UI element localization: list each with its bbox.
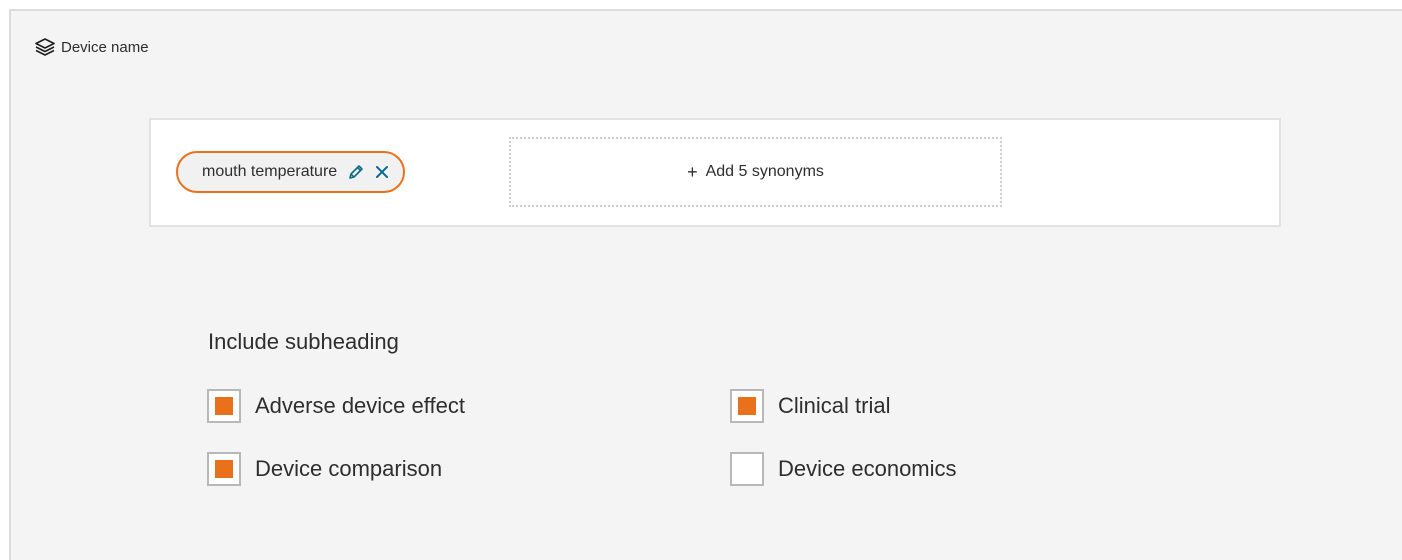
checkbox-device-comparison[interactable]: Device comparison [207, 452, 442, 486]
pencil-icon[interactable] [347, 163, 365, 181]
checkbox-device-economics[interactable]: Device economics [730, 452, 957, 486]
panel-header: Device name [35, 38, 149, 56]
checkbox-clinical-trial[interactable]: Clinical trial [730, 389, 890, 423]
panel-title: Device name [61, 38, 149, 56]
term-chip-label: mouth temperature [202, 163, 338, 180]
add-synonyms-label: Add 5 synonyms [705, 163, 824, 180]
checkbox-label: Device comparison [255, 456, 443, 481]
device-name-panel: Device name mouth temperature + Add 5 sy… [9, 9, 1402, 560]
checkbox-box[interactable] [207, 452, 241, 486]
term-box: mouth temperature + Add 5 synonyms [149, 118, 1281, 227]
close-icon[interactable] [375, 165, 389, 179]
checkbox-box[interactable] [207, 389, 241, 423]
checkbox-label: Clinical trial [778, 393, 891, 418]
checkbox-label: Device economics [778, 456, 957, 481]
checkbox-box[interactable] [730, 389, 764, 423]
checkbox-label: Adverse device effect [255, 393, 465, 418]
layers-icon [35, 38, 55, 56]
term-chip[interactable]: mouth temperature [176, 151, 406, 193]
add-synonyms-button[interactable]: + Add 5 synonyms [509, 137, 1002, 207]
checkbox-adverse-device-effect[interactable]: Adverse device effect [207, 389, 465, 423]
checkbox-box[interactable] [730, 452, 764, 486]
plus-icon: + [687, 162, 698, 182]
include-subheading-title: Include subheading [208, 329, 399, 354]
